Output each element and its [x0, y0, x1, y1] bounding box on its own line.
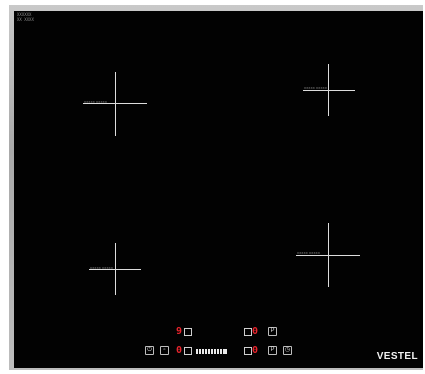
- burner-label: XXXXX XXXXX: [84, 100, 108, 104]
- slider-segment[interactable]: [199, 348, 201, 354]
- top-right-zone-key[interactable]: [244, 328, 252, 336]
- slider-segment[interactable]: [211, 348, 213, 354]
- bottom-right-zone-key[interactable]: [244, 347, 252, 355]
- top-right-display: 0: [252, 326, 259, 337]
- burner-label: XXXXX XXXXX: [90, 266, 114, 270]
- slider-segment[interactable]: [202, 348, 204, 354]
- slider-segment[interactable]: [214, 348, 216, 354]
- power-icon[interactable]: ⏻: [145, 346, 154, 355]
- burner-vertical-line: [115, 72, 116, 136]
- top-left-zone-key[interactable]: [184, 328, 192, 336]
- timer-icon[interactable]: ◷: [283, 346, 292, 355]
- slider-segment[interactable]: [205, 348, 207, 354]
- model-label: XXXXXX XX XXXX: [17, 12, 34, 22]
- lock-icon[interactable]: ▫: [160, 346, 169, 355]
- slider-segment[interactable]: [220, 348, 222, 354]
- bottom-right-display: 0: [252, 345, 259, 356]
- p-button-bottom[interactable]: P: [268, 346, 277, 355]
- bottom-left-display: 0: [176, 345, 183, 356]
- slider-segment[interactable]: [196, 348, 198, 354]
- slider-segment[interactable]: [223, 348, 227, 354]
- brand-logo: VESTEL: [376, 351, 418, 362]
- slider-segment[interactable]: [208, 348, 210, 354]
- burner-label: XXXXX XXXXX: [297, 251, 321, 255]
- slider-segment[interactable]: [217, 348, 219, 354]
- p-button-top[interactable]: P: [268, 327, 277, 336]
- burner-horizontal-line: [303, 90, 355, 91]
- hob-glass: XXXXXX XX XXXX: [14, 11, 423, 368]
- top-left-display: 9: [176, 326, 183, 337]
- power-slider[interactable]: [196, 348, 227, 354]
- burner-horizontal-line: [296, 255, 360, 256]
- bottom-left-zone-key[interactable]: [184, 347, 192, 355]
- burner-label: XXXXX XXXXX: [304, 86, 328, 90]
